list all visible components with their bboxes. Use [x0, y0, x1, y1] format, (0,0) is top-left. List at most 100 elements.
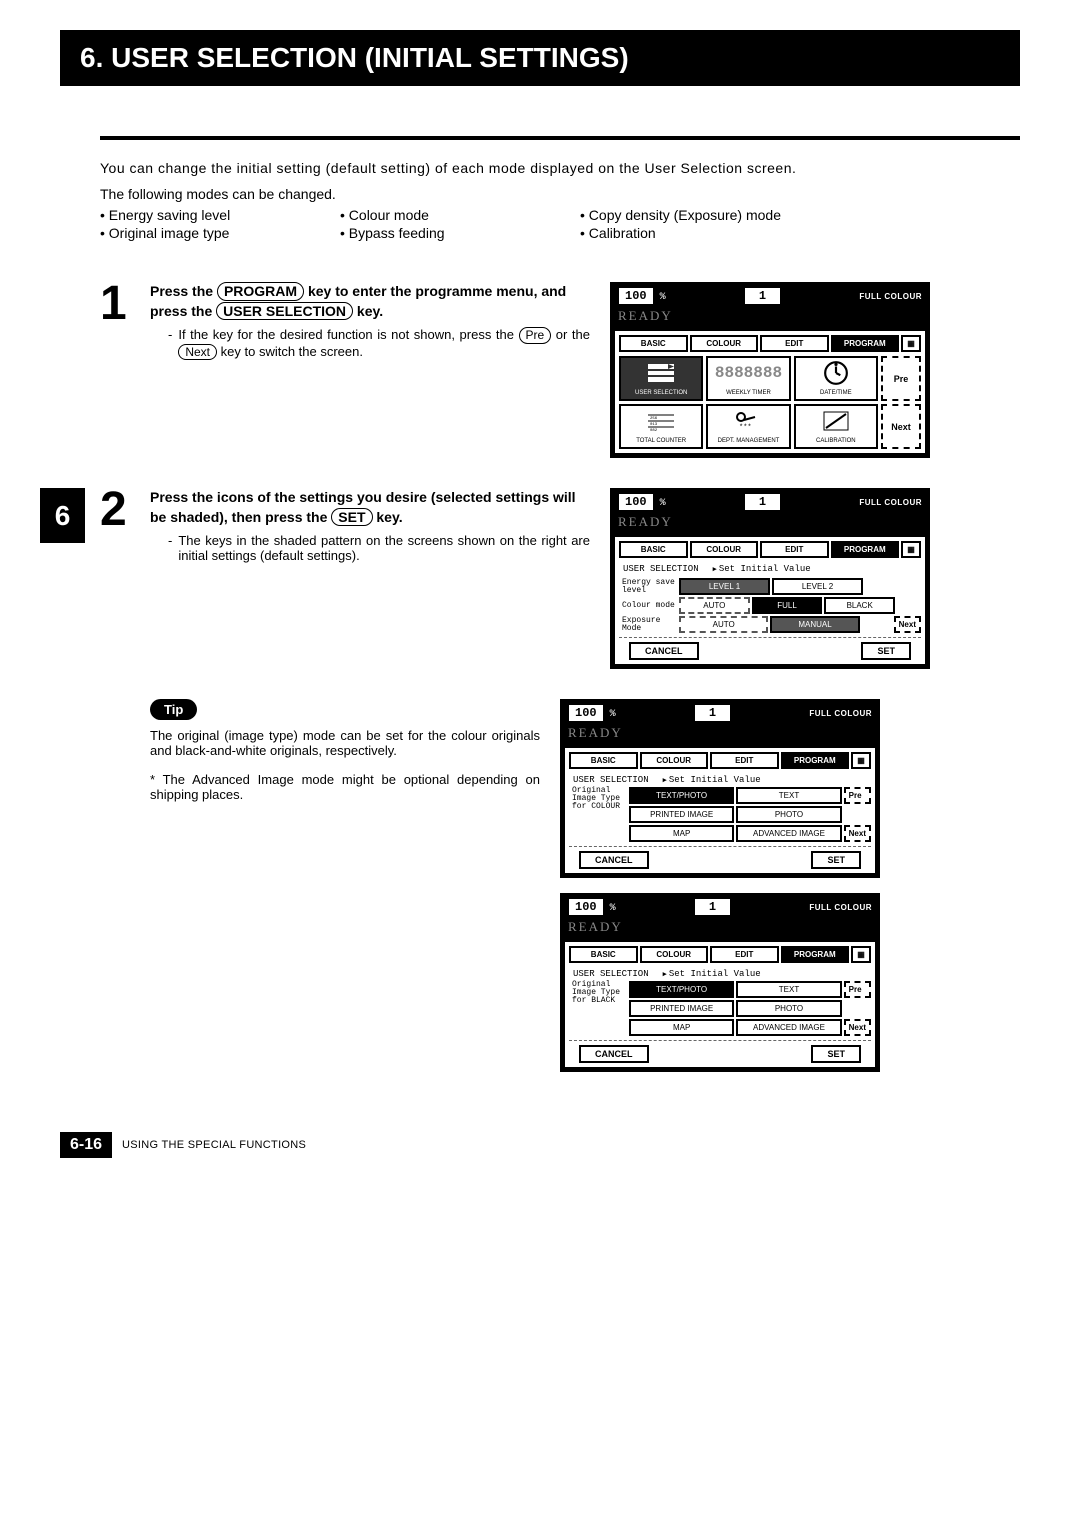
icon-user-selection[interactable]: USER SELECTION	[619, 356, 703, 401]
mode-item: • Bypass feeding	[340, 224, 580, 242]
tab-edit[interactable]: EDIT	[710, 946, 779, 963]
cancel-button[interactable]: CANCEL	[579, 1045, 649, 1063]
divider	[100, 136, 1020, 140]
option-printed[interactable]: PRINTED IMAGE	[629, 806, 734, 823]
scale-display: 100	[618, 493, 654, 511]
set-button[interactable]: SET	[861, 642, 911, 660]
tab-extra[interactable]: ▦	[901, 541, 921, 558]
next-nav[interactable]: Next	[844, 825, 871, 842]
text: or the	[551, 327, 590, 342]
option-map[interactable]: MAP	[629, 1019, 734, 1036]
pct: %	[610, 709, 616, 720]
option-text[interactable]: TEXT	[736, 787, 841, 804]
mode-item: • Calibration	[580, 224, 781, 242]
tab-edit[interactable]: EDIT	[760, 335, 829, 352]
full-colour-label: FULL COLOUR	[809, 903, 872, 912]
icon-total-counter[interactable]: 256013082 TOTAL COUNTER	[619, 404, 703, 449]
label: DEPT. MANAGEMENT	[718, 438, 780, 444]
option-map[interactable]: MAP	[629, 825, 734, 842]
tab-program[interactable]: PROGRAM	[781, 946, 850, 963]
ready-label: READY	[562, 725, 878, 745]
tab-colour[interactable]: COLOUR	[640, 946, 709, 963]
icon-calibration[interactable]: CALIBRATION	[794, 404, 878, 449]
tab-colour[interactable]: COLOUR	[690, 335, 759, 352]
text: The keys in the shaded pattern on the sc…	[178, 533, 590, 563]
mode-item: • Energy saving level	[100, 206, 340, 224]
row-label: Original Image Type for COLOUR	[569, 787, 627, 842]
svg-text:082: 082	[650, 429, 658, 431]
next-nav[interactable]: Next	[844, 1019, 871, 1036]
tab-colour[interactable]: COLOUR	[690, 541, 759, 558]
tab-colour[interactable]: COLOUR	[640, 752, 709, 769]
tab-program[interactable]: PROGRAM	[831, 335, 900, 352]
section-tab: 6	[40, 488, 85, 543]
footer-text: USING THE SPECIAL FUNCTIONS	[122, 1139, 306, 1151]
next-nav[interactable]: Next	[894, 616, 921, 633]
icon-weekly-timer[interactable]: 8888888 WEEKLY TIMER	[706, 356, 790, 401]
tab-program[interactable]: PROGRAM	[831, 541, 900, 558]
tab-basic[interactable]: BASIC	[619, 541, 688, 558]
mode-item: • Copy density (Exposure) mode	[580, 206, 781, 224]
tab-basic[interactable]: BASIC	[569, 946, 638, 963]
pct: %	[610, 903, 616, 914]
user-selection-key: USER SELECTION	[216, 302, 353, 321]
intro-para: You can change the initial setting (defa…	[100, 160, 1020, 176]
full-colour-label: FULL COLOUR	[859, 292, 922, 301]
tab-extra[interactable]: ▦	[851, 752, 871, 769]
tip-section: Tip The original (image type) mode can b…	[100, 699, 1020, 1072]
tab-edit[interactable]: EDIT	[760, 541, 829, 558]
step-note: - The keys in the shaded pattern on the …	[168, 533, 590, 563]
option-advanced[interactable]: ADVANCED IMAGE	[736, 825, 841, 842]
text: key to switch the screen.	[217, 344, 363, 359]
option-advanced[interactable]: ADVANCED IMAGE	[736, 1019, 841, 1036]
icon-date-time[interactable]: DATE/TIME	[794, 356, 878, 401]
option-full[interactable]: FULL	[752, 597, 823, 614]
pre-nav[interactable]: Pre	[844, 787, 871, 804]
cancel-button[interactable]: CANCEL	[579, 851, 649, 869]
pre-nav[interactable]: Pre	[844, 981, 871, 998]
cancel-button[interactable]: CANCEL	[629, 642, 699, 660]
tab-basic[interactable]: BASIC	[619, 335, 688, 352]
pre-key: Pre	[519, 327, 552, 343]
pct: %	[660, 292, 666, 303]
selection-title: USER SELECTION	[573, 775, 649, 785]
set-button[interactable]: SET	[811, 1045, 861, 1063]
breadcrumb: Set Initial Value	[663, 969, 761, 979]
option-textphoto[interactable]: TEXT/PHOTO	[629, 787, 734, 804]
tab-basic[interactable]: BASIC	[569, 752, 638, 769]
mode-item: • Colour mode	[340, 206, 580, 224]
full-colour-label: FULL COLOUR	[809, 709, 872, 718]
screen-image-type-black: 100 % 1 FULL COLOUR READY BASIC COLOUR E…	[560, 893, 880, 1072]
pct: %	[660, 498, 666, 509]
step-2: 6 2 Press the icons of the settings you …	[100, 488, 1020, 669]
option-black[interactable]: BLACK	[824, 597, 895, 614]
selection-title: USER SELECTION	[623, 564, 699, 574]
option-photo[interactable]: PHOTO	[736, 806, 841, 823]
scale-display: 100	[568, 898, 604, 916]
steps-area: 1 Press the PROGRAM key to enter the pro…	[100, 282, 1020, 669]
qty-display: 1	[744, 287, 781, 305]
option-manual[interactable]: MANUAL	[770, 616, 859, 633]
tab-extra[interactable]: ▦	[901, 335, 921, 352]
next-nav[interactable]: Next	[881, 404, 921, 449]
tab-extra[interactable]: ▦	[851, 946, 871, 963]
option-textphoto[interactable]: TEXT/PHOTO	[629, 981, 734, 998]
set-key: SET	[331, 508, 372, 527]
row-label: Energy save level	[619, 579, 677, 595]
option-text[interactable]: TEXT	[736, 981, 841, 998]
label: DATE/TIME	[820, 390, 852, 396]
text: key.	[353, 303, 383, 319]
pre-nav[interactable]: Pre	[881, 356, 921, 401]
mode-item: • Original image type	[100, 224, 340, 242]
option-level1[interactable]: LEVEL 1	[679, 578, 770, 595]
tab-edit[interactable]: EDIT	[710, 752, 779, 769]
calibration-icon	[821, 409, 851, 433]
option-printed[interactable]: PRINTED IMAGE	[629, 1000, 734, 1017]
option-auto[interactable]: AUTO	[679, 597, 750, 614]
option-photo[interactable]: PHOTO	[736, 1000, 841, 1017]
set-button[interactable]: SET	[811, 851, 861, 869]
option-level2[interactable]: LEVEL 2	[772, 578, 863, 595]
tab-program[interactable]: PROGRAM	[781, 752, 850, 769]
icon-dept-management[interactable]: *** DEPT. MANAGEMENT	[706, 404, 790, 449]
option-auto[interactable]: AUTO	[679, 616, 768, 633]
